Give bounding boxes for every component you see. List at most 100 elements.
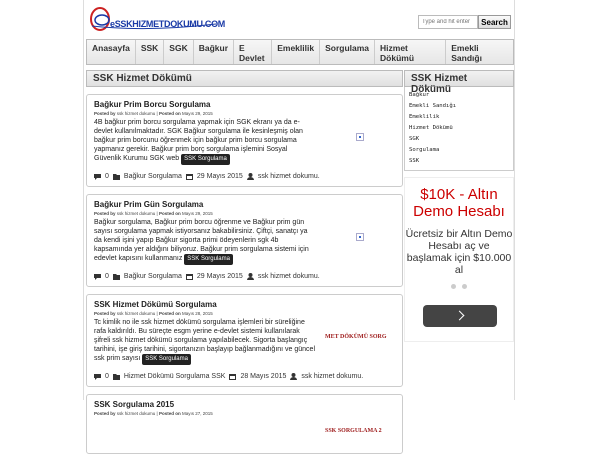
post-date: Mayıs 29, 2015 (182, 211, 213, 216)
ad-headline[interactable]: $10K - Altın Demo Hesabı (405, 186, 513, 220)
sidebar-item-emekli-sandigi[interactable]: Emekli Sandığı (409, 101, 509, 112)
post-author[interactable]: ssk hizmet dokumu (117, 311, 156, 316)
nav-item-e-devlet[interactable]: E Devlet (234, 40, 273, 64)
main-content: SSK Hizmet Dökümü Bağkur Prim Borcu Sorg… (86, 70, 403, 454)
post-title[interactable]: Bağkur Prim Borcu Sorgulama (94, 100, 395, 109)
ad-body: Ücretsiz bir Altın Demo Hesabı aç ve baş… (405, 228, 513, 276)
image-placeholder-icon (356, 233, 364, 241)
comment-icon (94, 273, 101, 280)
nav-item-sgk[interactable]: SGK (164, 40, 194, 64)
sidebar-item-sorgulama[interactable]: Sorgulama (409, 145, 509, 156)
nav-item-anasayfa[interactable]: Anasayfa (87, 40, 136, 64)
ad-banner[interactable]: $10K - Altın Demo Hesabı Ücretsiz bir Al… (404, 177, 514, 342)
sidebar-item-emeklilik[interactable]: Emeklilik (409, 112, 509, 123)
sidebar-item-ssk[interactable]: SSK (409, 156, 509, 167)
page-title: SSK Hizmet Dökümü (86, 70, 403, 87)
post-footer: 0 Bağkur Sorgulama 29 Mayıs 2015 ssk hiz… (94, 273, 395, 280)
sidebar: SSK Hizmet Dökümü Bağkur Emekli Sandığı … (404, 70, 514, 342)
post-excerpt: Bağkur sorgulama, Bağkur prim borcu öğre… (94, 218, 316, 265)
ad-dot[interactable] (462, 284, 467, 289)
posted-by-label: Posted by (94, 411, 116, 416)
post-card: SSK Sorgulama 2015 Posted by ssk hizmet … (86, 394, 403, 454)
site-logo[interactable]: eSSKHIZMETDOKUMU.COM (88, 6, 225, 32)
posted-by-label: Posted by (94, 211, 116, 216)
posted-on-label: Posted on (158, 411, 181, 416)
post-thumbnail[interactable]: MET DÖKÜMÜ SORG (325, 325, 395, 349)
post-category[interactable]: Bağkur Sorgulama (124, 273, 182, 280)
post-tag[interactable]: SSK Sorgulama (142, 354, 191, 365)
calendar-icon (185, 174, 193, 180)
nav-item-hizmet-dokumu[interactable]: Hizmet Dökümü (375, 40, 447, 64)
post-thumbnail-text: SSK SORGULAMA 2 (325, 428, 382, 434)
sidebar-item-hizmet-dokumu[interactable]: Hizmet Dökümü (409, 123, 509, 134)
post-meta: Posted by ssk hizmet dokumu | Posted on … (94, 111, 213, 116)
post-date: Mayıs 29, 2015 (182, 111, 213, 116)
page: eSSKHIZMETDOKUMU.COM Search Anasayfa SSK… (83, 0, 515, 454)
user-icon (246, 173, 254, 180)
comment-count[interactable]: 0 (105, 373, 109, 380)
search-form: Search (418, 15, 511, 29)
search-input[interactable] (418, 15, 478, 29)
posted-on-label: Posted on (158, 111, 181, 116)
post-excerpt: Tc kimlik no ile ssk hizmet dökümü sorgu… (94, 318, 316, 365)
folder-icon (112, 274, 120, 280)
post-category[interactable]: Bağkur Sorgulama (124, 173, 182, 180)
ad-go-button[interactable] (423, 305, 497, 327)
post-author[interactable]: ssk hizmet dokumu (117, 111, 156, 116)
image-placeholder-icon (356, 133, 364, 141)
ad-dot[interactable] (451, 284, 456, 289)
post-meta: Posted by ssk hizmet dokumu | Posted on … (94, 311, 213, 316)
post-tag[interactable]: SSK Sorgulama (184, 254, 233, 265)
post-title[interactable]: Bağkur Prim Gün Sorgulama (94, 200, 395, 209)
calendar-icon (185, 274, 193, 280)
post-footer: 0 Hizmet Dökümü Sorgulama SSK 28 Mayıs 2… (94, 373, 395, 380)
post-card: Bağkur Prim Gün Sorgulama Posted by ssk … (86, 194, 403, 287)
post-thumbnail-text: MET DÖKÜMÜ SORG (325, 334, 387, 340)
sidebar-item-sgk[interactable]: SGK (409, 134, 509, 145)
user-icon (246, 273, 254, 280)
post-thumbnail[interactable] (325, 125, 395, 149)
logo-text: eSSKHIZMETDOKUMU.COM (110, 19, 225, 29)
post-date: Mayıs 28, 2015 (182, 311, 213, 316)
nav-item-sorgulama[interactable]: Sorgulama (320, 40, 376, 64)
post-title[interactable]: SSK Hizmet Dökümü Sorgulama (94, 300, 395, 309)
sidebar-item-bagkur[interactable]: Bağkur (409, 90, 509, 101)
post-footer: 0 Bağkur Sorgulama 29 Mayıs 2015 ssk hiz… (94, 173, 395, 180)
post-author[interactable]: ssk hizmet dokumu (117, 211, 156, 216)
post-date: Mayıs 27, 2015 (182, 411, 213, 416)
post-card: SSK Hizmet Dökümü Sorgulama Posted by ss… (86, 294, 403, 387)
post-category[interactable]: Hizmet Dökümü Sorgulama SSK (124, 373, 226, 380)
comment-count[interactable]: 0 (105, 173, 109, 180)
nav-item-emekli-sandigi[interactable]: Emekli Sandığı (446, 40, 513, 64)
folder-icon (112, 174, 120, 180)
nav-item-emeklilik[interactable]: Emeklilik (272, 40, 321, 64)
main-nav: Anasayfa SSK SGK Bağkur E Devlet Emeklil… (86, 39, 514, 65)
posted-by-label: Posted by (94, 111, 116, 116)
nav-item-ssk[interactable]: SSK (136, 40, 165, 64)
post-excerpt: 4B bağkur prim borcu sorgulama yapmak iç… (94, 118, 316, 165)
sidebar-title: SSK Hizmet Dökümü (404, 70, 514, 95)
post-thumbnail[interactable] (325, 225, 395, 249)
post-footer-date: 28 Mayıs 2015 (240, 373, 287, 380)
post-thumbnail[interactable]: SSK SORGULAMA 2 (325, 419, 395, 443)
post-title[interactable]: SSK Sorgulama 2015 (94, 400, 395, 409)
comment-count[interactable]: 0 (105, 273, 109, 280)
post-footer-author[interactable]: ssk hizmet dokumu. (301, 373, 363, 380)
post-footer-author[interactable]: ssk hizmet dokumu. (258, 273, 320, 280)
post-tag[interactable]: SSK Sorgulama (181, 154, 230, 165)
nav-item-bagkur[interactable]: Bağkur (194, 40, 235, 64)
posted-by-label: Posted by (94, 311, 116, 316)
comment-icon (94, 173, 101, 180)
search-button[interactable]: Search (478, 15, 511, 29)
post-author[interactable]: ssk hizmet dokumu (117, 411, 156, 416)
posted-on-label: Posted on (158, 311, 181, 316)
folder-icon (112, 374, 120, 380)
header: eSSKHIZMETDOKUMU.COM Search (84, 0, 514, 38)
calendar-icon (229, 374, 237, 380)
post-footer-date: 29 Mayıs 2015 (196, 273, 243, 280)
post-excerpt-text: Tc kimlik no ile ssk hizmet dökümü sorgu… (94, 319, 316, 362)
post-footer-author[interactable]: ssk hizmet dokumu. (258, 173, 320, 180)
comment-icon (94, 373, 101, 380)
posted-on-label: Posted on (158, 211, 181, 216)
post-meta: Posted by ssk hizmet dokumu | Posted on … (94, 411, 213, 416)
